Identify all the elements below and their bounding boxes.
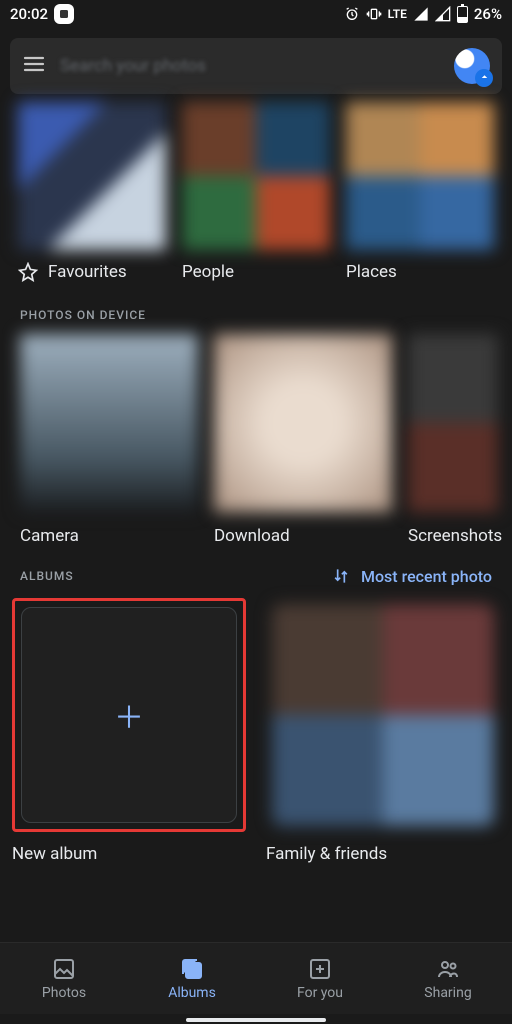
category-carousel: Favourites People Places — [0, 102, 512, 282]
device-folder-camera[interactable]: Camera — [20, 334, 198, 546]
nav-label: Albums — [168, 985, 216, 1001]
album-thumbnail — [272, 604, 494, 826]
device-folder-screenshots[interactable]: Screenshots — [408, 334, 498, 546]
device-folder-thumbnail — [214, 334, 392, 512]
album-label: Family & friends — [266, 844, 500, 864]
upload-badge-icon — [475, 69, 493, 87]
album-new[interactable]: ＋ New album — [12, 598, 246, 864]
category-thumbnail — [182, 102, 330, 250]
category-card-people[interactable]: People — [182, 102, 330, 282]
menu-icon[interactable] — [22, 52, 46, 80]
for-you-icon — [308, 957, 332, 981]
battery-percentage: 26% — [474, 5, 502, 23]
status-bar: 20:02 LTE 26% — [0, 0, 512, 28]
recents-icon — [54, 4, 74, 24]
home-indicator[interactable] — [186, 1018, 326, 1022]
profile-avatar[interactable] — [454, 48, 490, 84]
nav-photos[interactable]: Photos — [0, 943, 128, 1014]
nav-label: Sharing — [424, 985, 471, 1001]
nav-albums[interactable]: Albums — [128, 943, 256, 1014]
sort-button[interactable]: Most recent photo — [331, 566, 492, 586]
nav-sharing[interactable]: Sharing — [384, 943, 512, 1014]
network-type-label: LTE — [388, 7, 407, 21]
category-card-favourites[interactable]: Favourites — [18, 102, 166, 282]
category-card-places[interactable]: Places — [346, 102, 494, 282]
device-folder-thumbnail — [20, 334, 198, 512]
search-bar[interactable]: Search your photos — [10, 38, 502, 94]
vibrate-icon — [366, 6, 382, 22]
album-family-friends[interactable]: Family & friends — [266, 598, 500, 864]
sort-icon — [331, 566, 351, 586]
category-label: People — [182, 262, 234, 282]
device-folder-row: Camera Download Screenshots — [0, 334, 512, 546]
nav-for-you[interactable]: For you — [256, 943, 384, 1014]
sharing-icon — [436, 957, 460, 981]
star-icon — [18, 262, 38, 282]
plus-icon: ＋ — [114, 693, 144, 737]
signal-icon-1 — [413, 6, 429, 22]
category-thumbnail — [346, 102, 494, 250]
section-header-albums: ALBUMS — [20, 569, 74, 583]
album-label: New album — [12, 844, 246, 864]
tutorial-highlight: ＋ — [12, 598, 246, 832]
signal-icon-2 — [435, 6, 451, 22]
category-thumbnail — [18, 102, 166, 250]
nav-label: For you — [297, 985, 343, 1001]
category-label: Places — [346, 262, 397, 282]
search-placeholder: Search your photos — [60, 56, 440, 76]
section-header-on-device: PHOTOS ON DEVICE — [0, 282, 512, 334]
albums-row: ＋ New album Family & friends — [0, 598, 512, 864]
battery-icon — [457, 6, 468, 23]
alarm-icon — [344, 6, 360, 22]
device-folder-label: Screenshots — [408, 526, 498, 546]
device-folder-download[interactable]: Download — [214, 334, 392, 546]
status-time: 20:02 — [10, 5, 48, 23]
albums-icon — [180, 957, 204, 981]
nav-label: Photos — [42, 985, 86, 1001]
category-label: Favourites — [48, 262, 127, 282]
device-folder-label: Camera — [20, 526, 198, 546]
device-folder-thumbnail — [408, 334, 498, 512]
bottom-navigation: Photos Albums For you Sharing — [0, 942, 512, 1014]
device-folder-label: Download — [214, 526, 392, 546]
photos-icon — [52, 957, 76, 981]
sort-label: Most recent photo — [361, 567, 492, 586]
